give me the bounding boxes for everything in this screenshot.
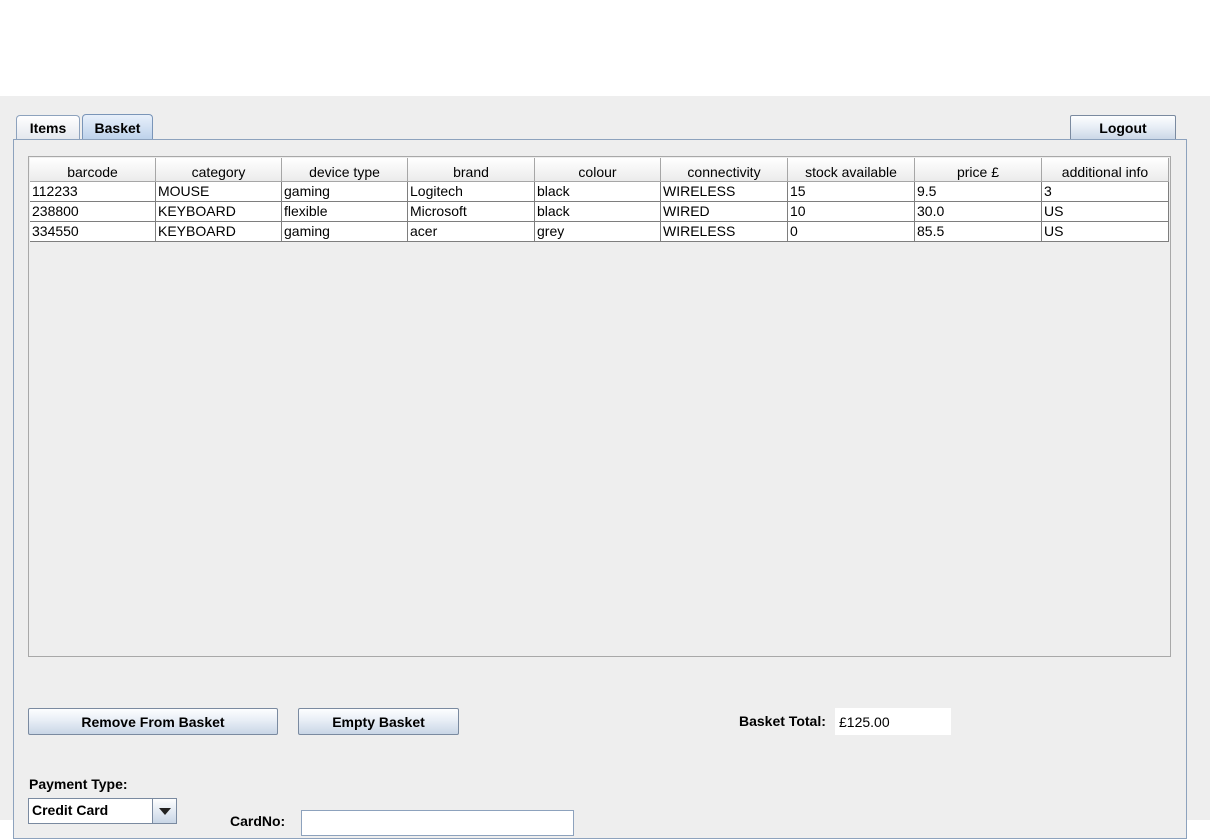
remove-from-basket-label: Remove From Basket (81, 713, 225, 730)
payment-type-label: Payment Type: (29, 776, 128, 792)
basket-table[interactable]: barcode category device type brand colou… (28, 156, 1171, 657)
tab-items-label: Items (29, 119, 67, 136)
table-cell: 9.5 (915, 182, 1042, 202)
table-cell: WIRED (661, 202, 788, 222)
table-row[interactable]: 238800 KEYBOARD flexible Microsoft black… (30, 202, 1169, 222)
table-cell: black (535, 202, 661, 222)
table-cell: MOUSE (156, 182, 282, 202)
tab-basket[interactable]: Basket (82, 114, 153, 140)
table-cell: 85.5 (915, 222, 1042, 242)
table-cell: 10 (788, 202, 915, 222)
table-cell: 238800 (30, 202, 156, 222)
remove-from-basket-button[interactable]: Remove From Basket (28, 708, 278, 735)
payment-type-dropdown[interactable]: Credit Card (28, 798, 177, 824)
column-header-category[interactable]: category (156, 158, 282, 182)
table-cell: 15 (788, 182, 915, 202)
table-body: 112233 MOUSE gaming Logitech black WIREL… (30, 182, 1169, 242)
table-cell: WIRELESS (661, 222, 788, 242)
tab-items[interactable]: Items (16, 115, 80, 139)
table-cell: 334550 (30, 222, 156, 242)
table-cell: gaming (282, 182, 408, 202)
logout-button[interactable]: Logout (1070, 115, 1176, 141)
column-header-price[interactable]: price £ (915, 158, 1042, 182)
column-header-colour[interactable]: colour (535, 158, 661, 182)
basket-total-field: £125.00 (835, 708, 951, 735)
tab-basket-label: Basket (94, 119, 141, 136)
column-header-additional-info[interactable]: additional info (1042, 158, 1169, 182)
column-header-barcode[interactable]: barcode (30, 158, 156, 182)
table-cell: black (535, 182, 661, 202)
table-cell: grey (535, 222, 661, 242)
column-header-device-type[interactable]: device type (282, 158, 408, 182)
card-number-input[interactable] (301, 810, 574, 836)
table-cell: US (1042, 202, 1169, 222)
empty-basket-button[interactable]: Empty Basket (298, 708, 459, 735)
table-cell: Microsoft (408, 202, 535, 222)
table-cell: gaming (282, 222, 408, 242)
table-cell: acer (408, 222, 535, 242)
table-cell: 3 (1042, 182, 1169, 202)
table-cell: US (1042, 222, 1169, 242)
card-number-label: CardNo: (230, 813, 286, 829)
table-cell: WIRELESS (661, 182, 788, 202)
column-header-connectivity[interactable]: connectivity (661, 158, 788, 182)
table-row[interactable]: 334550 KEYBOARD gaming acer grey WIRELES… (30, 222, 1169, 242)
column-header-stock-available[interactable]: stock available (788, 158, 915, 182)
basket-total-label: Basket Total: (739, 713, 826, 729)
logout-button-label: Logout (1099, 120, 1147, 136)
payment-type-selected: Credit Card (32, 802, 109, 818)
table-cell: 30.0 (915, 202, 1042, 222)
table-cell: KEYBOARD (156, 222, 282, 242)
table-cell: Logitech (408, 182, 535, 202)
column-header-brand[interactable]: brand (408, 158, 535, 182)
table-cell: 0 (788, 222, 915, 242)
chevron-down-icon[interactable] (152, 799, 176, 823)
basket-total-value: £125.00 (839, 714, 890, 730)
table-cell: 112233 (30, 182, 156, 202)
table-cell: flexible (282, 202, 408, 222)
table-row[interactable]: 112233 MOUSE gaming Logitech black WIREL… (30, 182, 1169, 202)
empty-basket-label: Empty Basket (332, 713, 425, 730)
table-cell: KEYBOARD (156, 202, 282, 222)
table-header: barcode category device type brand colou… (30, 158, 1169, 182)
